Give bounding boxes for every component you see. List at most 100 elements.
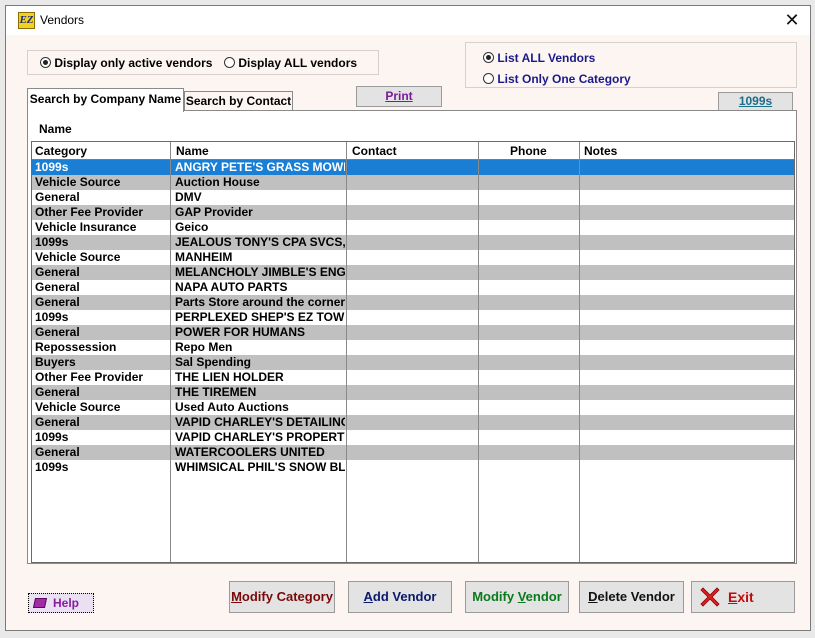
table-cell-category: General	[35, 265, 80, 279]
book-icon	[32, 598, 48, 608]
table-cell-name: MELANCHOLY JIMBLE'S ENGINE	[175, 265, 345, 279]
title-bar: EZ Vendors ✕	[6, 6, 810, 35]
table-cell-name: ANGRY PETE'S GRASS MOWING	[175, 160, 345, 174]
table-cell-category: Vehicle Source	[35, 400, 121, 414]
column-header-notes[interactable]: Notes	[584, 144, 617, 158]
help-label: Help	[53, 596, 80, 610]
table-row[interactable]: General MELANCHOLY JIMBLE'S ENGINE	[32, 265, 794, 280]
table-row[interactable]: Other Fee Provider GAP Provider	[32, 205, 794, 220]
table-cell-name: THE TIREMEN	[175, 385, 257, 399]
modify-vendor-button[interactable]: Modify Vendor	[465, 581, 569, 613]
table-cell-name: Sal Spending	[175, 355, 252, 369]
modify-vendor-label: Modify Vendor	[472, 589, 562, 604]
modify-category-button[interactable]: Modify Category	[229, 581, 335, 613]
table-row[interactable]: Vehicle Source MANHEIM	[32, 250, 794, 265]
table-cell-name: Used Auto Auctions	[175, 400, 289, 414]
tab-search-by-contact[interactable]: Search by Contact	[184, 91, 293, 111]
table-row[interactable]: Vehicle Source Used Auto Auctions	[32, 400, 794, 415]
table-cell-category: 1099s	[35, 460, 69, 474]
table-row[interactable]: General THE TIREMEN	[32, 385, 794, 400]
all-vendors-option[interactable]: Display ALL vendors	[224, 56, 357, 70]
table-cell-category: 1099s	[35, 430, 69, 444]
table-row[interactable]: Buyers Sal Spending	[32, 355, 794, 370]
add-vendor-button[interactable]: Add Vendor	[348, 581, 452, 613]
table-row[interactable]: 1099s WHIMSICAL PHIL'S SNOW BLOWING	[32, 460, 794, 475]
list-one-category-label: List Only One Category	[497, 72, 631, 86]
table-cell-category: General	[35, 190, 80, 204]
table-cell-category: Repossession	[35, 340, 117, 354]
radio-checked-icon[interactable]	[40, 57, 51, 68]
list-one-category-option[interactable]: List Only One Category	[483, 72, 631, 86]
help-button[interactable]: Help	[28, 593, 94, 613]
table-cell-name: GAP Provider	[175, 205, 253, 219]
all-vendors-label: Display ALL vendors	[238, 56, 358, 70]
delete-vendor-button[interactable]: Delete Vendor	[579, 581, 684, 613]
table-cell-category: Buyers	[35, 355, 76, 369]
list-all-vendors-label: List ALL Vendors	[497, 51, 596, 65]
vendor-table[interactable]: Category Name Contact Phone Notes 1099s A…	[31, 141, 795, 563]
1099s-button[interactable]: 1099s	[718, 92, 793, 111]
table-cell-category: Other Fee Provider	[35, 205, 144, 219]
radio-unchecked-icon[interactable]	[224, 57, 235, 68]
radio-checked-icon[interactable]	[483, 52, 494, 63]
table-cell-category: Other Fee Provider	[35, 370, 144, 384]
column-divider	[478, 142, 479, 562]
table-cell-name: THE LIEN HOLDER	[175, 370, 284, 384]
active-vendors-option[interactable]: Display only active vendors	[40, 56, 212, 70]
table-row[interactable]: General DMV	[32, 190, 794, 205]
radio-unchecked-icon[interactable]	[483, 73, 494, 84]
table-cell-name: WHIMSICAL PHIL'S SNOW BLOWING	[175, 460, 345, 474]
table-row[interactable]: 1099s PERPLEXED SHEP'S EZ TOWING	[32, 310, 794, 325]
table-row[interactable]: General WATERCOOLERS UNITED	[32, 445, 794, 460]
list-all-vendors-option[interactable]: List ALL Vendors	[483, 51, 595, 65]
table-cell-name: VAPID CHARLEY'S DETAILING	[175, 415, 345, 429]
exit-label: Exit	[728, 589, 754, 605]
vendors-window: EZ Vendors ✕ Display only active vendors…	[5, 5, 811, 631]
table-cell-category: Vehicle Source	[35, 250, 121, 264]
search-panel: Name Category Name Contact Phone Notes 1…	[27, 110, 797, 564]
ez-app-icon: EZ	[18, 12, 35, 29]
table-row[interactable]: Other Fee Provider THE LIEN HOLDER	[32, 370, 794, 385]
table-row[interactable]: 1099s JEALOUS TONY'S CPA SVCS, LLC	[32, 235, 794, 250]
table-row[interactable]: 1099s VAPID CHARLEY'S PROPERTY MGMT	[32, 430, 794, 445]
table-cell-name: VAPID CHARLEY'S PROPERTY MGMT	[175, 430, 345, 444]
table-header: Category Name Contact Phone Notes	[32, 142, 794, 160]
table-row[interactable]: General VAPID CHARLEY'S DETAILING	[32, 415, 794, 430]
table-row[interactable]: General POWER FOR HUMANS	[32, 325, 794, 340]
table-cell-name: Repo Men	[175, 340, 233, 354]
table-cell-name: NAPA AUTO PARTS	[175, 280, 288, 294]
add-vendor-label: Add Vendor	[363, 589, 437, 604]
column-header-name[interactable]: Name	[176, 144, 209, 158]
table-cell-category: Vehicle Source	[35, 175, 121, 189]
table-cell-name: Parts Store around the corner	[175, 295, 345, 309]
table-cell-name: Geico	[175, 220, 209, 234]
table-cell-name: WATERCOOLERS UNITED	[175, 445, 325, 459]
table-cell-name: MANHEIM	[175, 250, 233, 264]
column-header-contact[interactable]: Contact	[352, 144, 397, 158]
exit-button[interactable]: Exit	[691, 581, 795, 613]
table-cell-name: JEALOUS TONY'S CPA SVCS, LLC	[175, 235, 345, 249]
delete-vendor-label: Delete Vendor	[588, 589, 675, 604]
table-row[interactable]: General NAPA AUTO PARTS	[32, 280, 794, 295]
column-header-category[interactable]: Category	[35, 144, 87, 158]
table-row[interactable]: General Parts Store around the corner	[32, 295, 794, 310]
table-cell-category: General	[35, 325, 80, 339]
table-cell-category: General	[35, 295, 80, 309]
table-row[interactable]: 1099s ANGRY PETE'S GRASS MOWING	[32, 160, 794, 175]
tab-search-by-company-name[interactable]: Search by Company Name	[27, 88, 184, 112]
column-divider	[170, 142, 171, 562]
table-cell-category: General	[35, 415, 80, 429]
table-cell-category: 1099s	[35, 160, 69, 174]
print-button[interactable]: Print	[356, 86, 442, 107]
table-cell-name: Auction House	[175, 175, 260, 189]
table-cell-name: PERPLEXED SHEP'S EZ TOWING	[175, 310, 345, 324]
table-cell-category: 1099s	[35, 310, 69, 324]
close-button[interactable]: ✕	[774, 6, 810, 35]
table-row[interactable]: Vehicle Insurance Geico	[32, 220, 794, 235]
column-header-phone[interactable]: Phone	[510, 144, 547, 158]
table-row[interactable]: Repossession Repo Men	[32, 340, 794, 355]
column-divider	[346, 142, 347, 562]
table-cell-category: Vehicle Insurance	[35, 220, 137, 234]
table-cell-name: POWER FOR HUMANS	[175, 325, 305, 339]
table-row[interactable]: Vehicle Source Auction House	[32, 175, 794, 190]
